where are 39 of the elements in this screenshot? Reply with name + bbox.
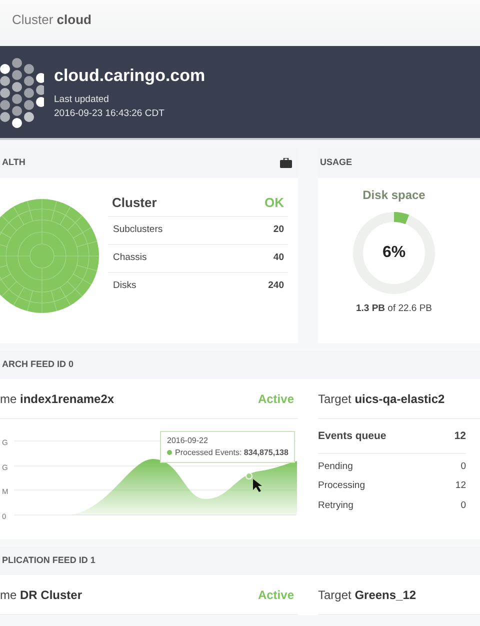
feed-name: me DR Cluster: [0, 586, 82, 604]
usage-summary: 1.3 PB of 22.6 PB: [356, 302, 432, 316]
hostname: cloud.caringo.com: [54, 65, 206, 88]
status-text: OK: [264, 194, 284, 212]
cluster-label: Cluster: [112, 194, 157, 212]
data-point: [246, 472, 252, 480]
series-dot: [167, 450, 172, 456]
feed-target: Target uics-qa-elastic2: [318, 390, 445, 408]
status-text: Active: [258, 390, 294, 408]
row-label: Retrying: [318, 498, 354, 513]
section-header: ALTH: [2, 156, 26, 170]
tooltip-date: 2016-09-22: [167, 435, 209, 447]
row-value: 0: [460, 460, 466, 474]
row-label: Processing: [318, 478, 365, 493]
row-value: 12: [455, 478, 466, 493]
timestamp: 2016-09-23 16:43:26 CDT: [54, 106, 166, 121]
row-label: Chassis: [113, 251, 147, 266]
page-title: Cluster cloud: [0, 0, 480, 46]
status-text: Active: [258, 586, 294, 604]
section-header: ARCH FEED ID 0: [2, 358, 74, 372]
row-value: 0: [460, 498, 466, 513]
tooltip-text: Processed Events: 834,875,138: [175, 448, 288, 457]
percent-text: 6%: [381, 243, 407, 263]
last-updated-label: Last updated: [54, 92, 110, 107]
section-header: PLICATION FEED ID 1: [2, 554, 96, 568]
feed-target: Target Greens_12: [318, 586, 416, 604]
section-header: USAGE: [320, 156, 352, 170]
cursor-icon: [253, 479, 262, 492]
disk-space-title: Disk space: [362, 187, 426, 204]
row-value: 20: [273, 223, 284, 238]
row-value: 40: [273, 251, 284, 266]
queue-label: Events queue: [318, 429, 386, 444]
queue-value: 12: [454, 429, 466, 444]
row-label: Pending: [318, 460, 353, 474]
row-value: 240: [268, 279, 284, 294]
row-label: Subclusters: [113, 223, 163, 238]
feed-name: me index1rename2x: [0, 390, 114, 408]
row-label: Disks: [113, 279, 136, 294]
briefcase-icon[interactable]: [280, 158, 292, 168]
